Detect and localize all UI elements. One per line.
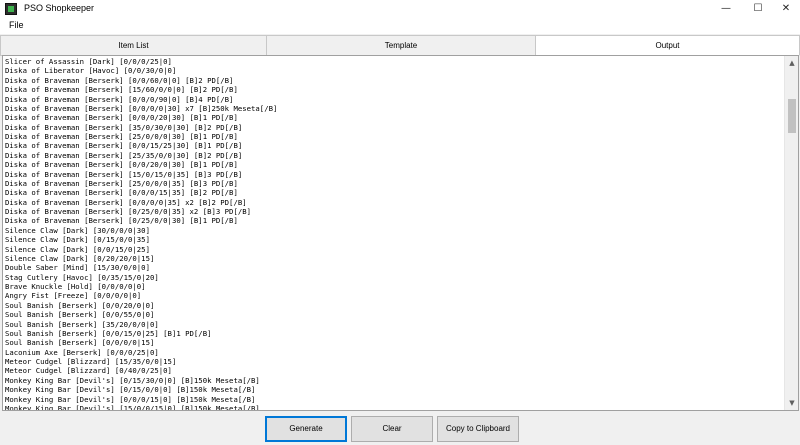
output-line: Monkey King Bar [Devil's] [15/0/0/15|0] … — [5, 403, 260, 411]
maximize-button[interactable]: ☐ — [744, 0, 772, 18]
output-line: Diska of Liberator [Havoc] [0/0/30/0|0] — [5, 66, 177, 76]
output-line: Diska of Braveman [Berserk] [25/0/0/0|30… — [5, 132, 238, 141]
output-text: Slicer of Assassin [Dark] [0/0/0/25|0] Di… — [5, 57, 786, 411]
output-line: Diska of Braveman [Berserk] [0/0/0/90|0]… — [5, 94, 234, 104]
clear-button[interactable]: Clear — [351, 416, 433, 442]
output-line: Diska of Braveman [Berserk] [0/0/15/25|3… — [5, 141, 243, 151]
output-line: Diska of Braveman [Berserk] [0/0/0/20|30… — [5, 113, 238, 123]
vertical-scrollbar[interactable]: ▲ ▼ — [784, 56, 798, 410]
generate-button[interactable]: Generate — [265, 416, 347, 442]
output-line: Diska of Braveman [Berserk] [25/35/0/0|3… — [5, 150, 243, 160]
app-icon — [5, 3, 17, 15]
output-line: Brave Knuckle [Hold] [0/0/0/0|0] — [5, 282, 146, 291]
scroll-down-icon[interactable]: ▼ — [785, 396, 798, 410]
tab-item-list[interactable]: Item List — [0, 35, 267, 56]
title-bar: PSO Shopkeeper — ☐ ✕ — [0, 0, 800, 18]
output-line: Diska of Braveman [Berserk] [0/0/0/0|35]… — [5, 197, 247, 207]
minimize-button[interactable]: — — [712, 0, 740, 18]
output-line: Silence Claw [Dark] [0/0/15/0|25] — [5, 244, 150, 254]
output-line: Monkey King Bar [Devil's] [0/15/30/0|0] … — [5, 375, 260, 385]
scroll-thumb[interactable] — [788, 99, 796, 133]
output-line: Soul Banish [Berserk] [35/20/0/0|0] — [5, 319, 159, 329]
scroll-up-icon[interactable]: ▲ — [785, 56, 798, 70]
output-line: Monkey King Bar [Devil's] [0/15/0/0|0] [… — [5, 385, 256, 395]
output-line: Diska of Braveman [Berserk] [0/0/0/15|35… — [5, 188, 238, 198]
output-line: Double Saber [Mind] [15/30/0/0|0] — [5, 263, 150, 273]
copy-to-clipboard-button[interactable]: Copy to Clipboard — [437, 416, 519, 442]
output-line: Diska of Braveman [Berserk] [0/25/0/0|30… — [5, 216, 238, 226]
close-button[interactable]: ✕ — [772, 0, 800, 18]
output-line: Diska of Braveman [Berserk] [35/0/30/0|3… — [5, 122, 243, 132]
output-line: Meteor Cudgel [Blizzard] [0/40/0/25|0] — [5, 366, 172, 376]
output-line: Soul Banish [Berserk] [0/0/55/0|0] — [5, 310, 155, 320]
output-line: Silence Claw [Dark] [30/0/0/0|30] — [5, 225, 150, 235]
output-textbox[interactable]: Slicer of Assassin [Dark] [0/0/0/25|0] Di… — [2, 55, 799, 411]
output-line: Angry Fist [Freeze] [0/0/0/0|0] — [5, 291, 142, 301]
output-line: Diska of Braveman [Berserk] [15/60/0/0|0… — [5, 85, 238, 95]
output-line: Stag Cutlery [Havoc] [0/35/15/0|20] — [5, 272, 159, 282]
output-line: Silence Claw [Dark] [0/15/0/0|35] — [5, 235, 150, 245]
tab-output[interactable]: Output — [535, 35, 800, 56]
output-line: Soul Banish [Berserk] [0/0/20/0|0] — [5, 300, 155, 310]
output-line: Diska of Braveman [Berserk] [0/0/0/0|30]… — [5, 103, 278, 113]
menu-bar: File — [0, 18, 800, 34]
output-line: Soul Banish [Berserk] [0/0/0/0|15] — [5, 338, 155, 348]
output-line: Diska of Braveman [Berserk] [0/0/20/0|30… — [5, 160, 238, 170]
output-line: Laconium Axe [Berserk] [0/0/0/25|0] — [5, 347, 159, 357]
window-title: PSO Shopkeeper — [24, 3, 95, 13]
menu-file[interactable]: File — [9, 20, 24, 30]
output-line: Slicer of Assassin [Dark] [0/0/0/25|0] — [5, 57, 172, 66]
output-line: Silence Claw [Dark] [0/20/20/0|15] — [5, 253, 155, 263]
output-line: Diska of Braveman [Berserk] [25/0/0/0|35… — [5, 178, 238, 188]
tab-strip: Item List Template Output — [0, 35, 800, 56]
tab-template[interactable]: Template — [266, 35, 536, 56]
output-line: Meteor Cudgel [Blizzard] [15/35/0/0|15] — [5, 357, 177, 366]
output-line: Diska of Braveman [Berserk] [0/0/60/0|0]… — [5, 75, 234, 85]
output-line: Diska of Braveman [Berserk] [15/0/15/0|3… — [5, 169, 243, 179]
button-row: Generate Clear Copy to Clipboard — [0, 416, 800, 442]
output-line: Diska of Braveman [Berserk] [0/25/0/0|35… — [5, 207, 252, 216]
output-line: Monkey King Bar [Devil's] [0/0/0/15|0] [… — [5, 394, 256, 404]
output-line: Soul Banish [Berserk] [0/0/15/0|25] [B]1… — [5, 328, 212, 338]
